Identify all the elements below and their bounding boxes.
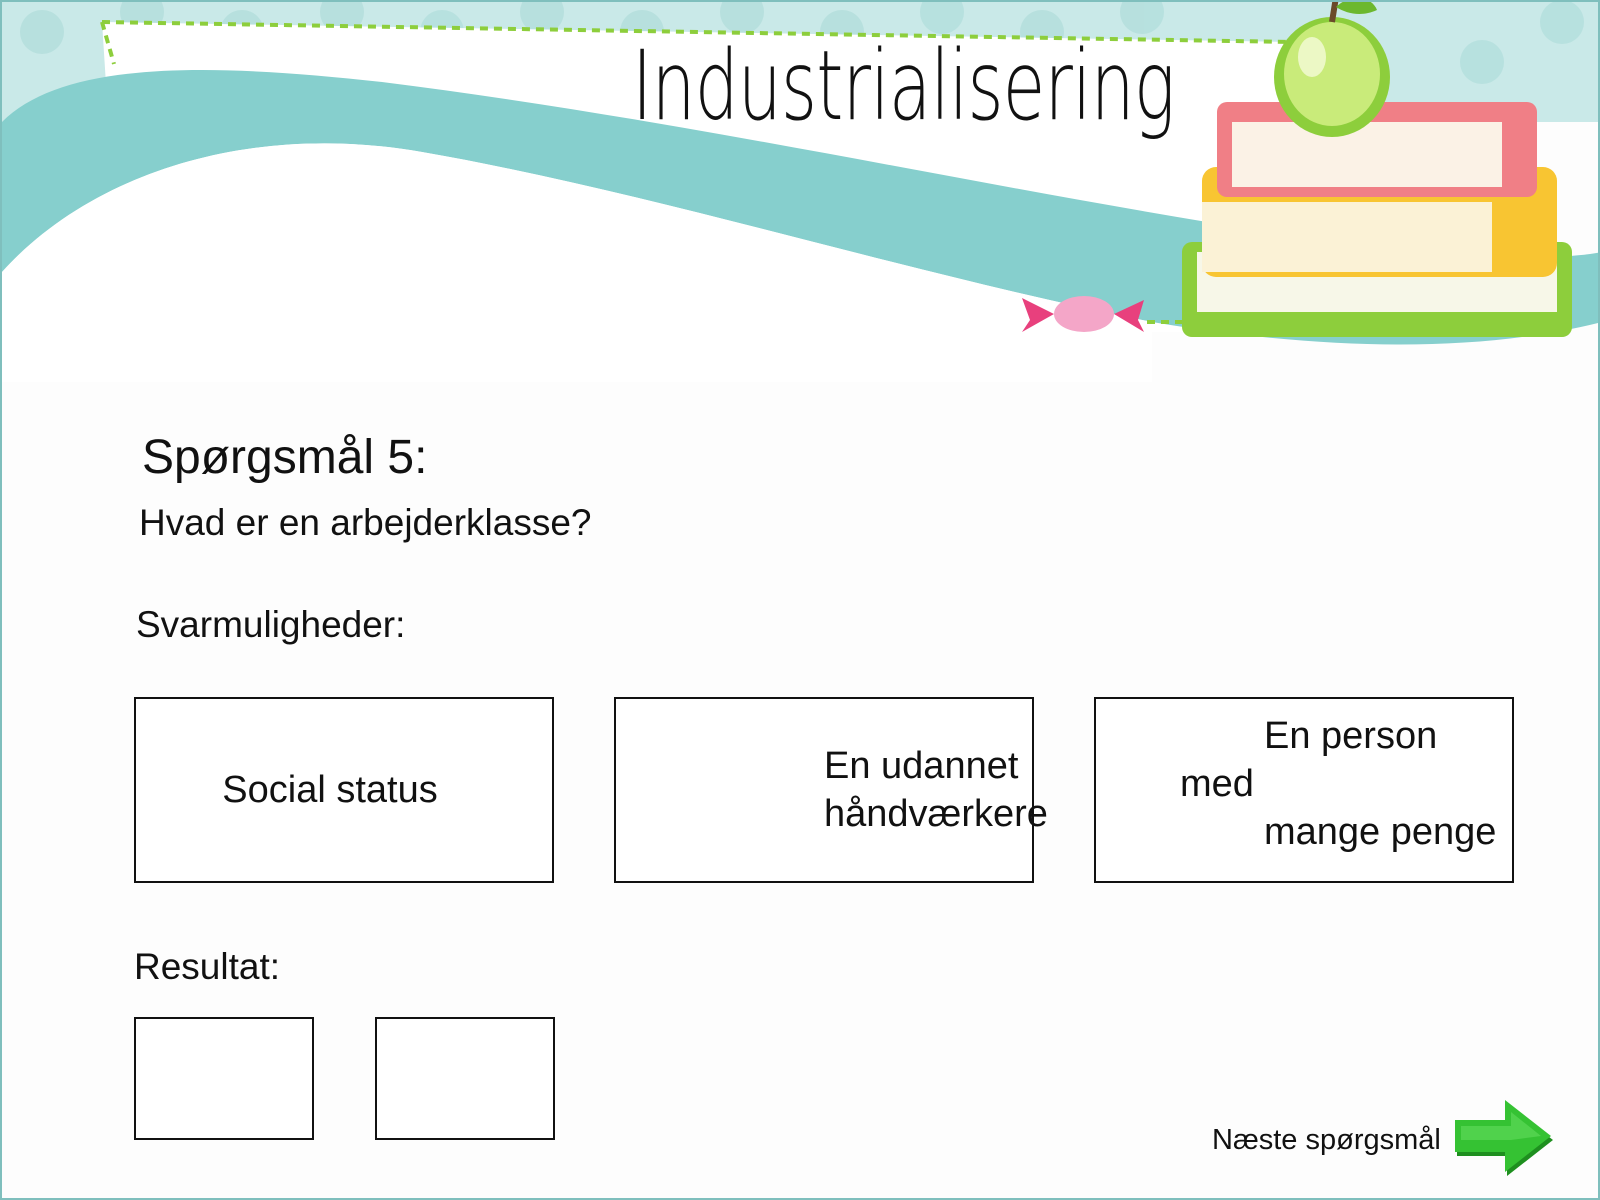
question-number: Spørgsmål 5: — [142, 431, 428, 484]
answer-option-text: Social status — [222, 769, 438, 811]
question-text: Hvad er en arbejderklasse? — [139, 502, 592, 543]
quiz-slide: Industrialisering Spørgsmål 5: Hvad er e… — [0, 0, 1600, 1200]
result-drop-slot-1[interactable] — [134, 1017, 314, 1140]
answer-option-2[interactable]: En udannet håndværkere — [614, 697, 1048, 883]
result-label: Resultat: — [134, 946, 281, 987]
answer-options-label: Svarmuligheder: — [136, 604, 406, 645]
answer-option-1[interactable]: Social status — [134, 697, 554, 883]
next-question-label: Næste spørgsmål — [1212, 1123, 1441, 1156]
answer-option-text: En person med mange penge — [1180, 715, 1497, 853]
page-title: Industrialisering — [632, 30, 1175, 142]
green-arrow-right-icon[interactable] — [1453, 1100, 1557, 1180]
next-question-button[interactable]: Næste spørgsmål — [1212, 1100, 1557, 1180]
answer-option-text: En udannet håndværkere — [824, 745, 1048, 835]
answer-option-3[interactable]: En person med mange penge — [1094, 697, 1514, 883]
result-drop-slot-2[interactable] — [375, 1017, 555, 1140]
